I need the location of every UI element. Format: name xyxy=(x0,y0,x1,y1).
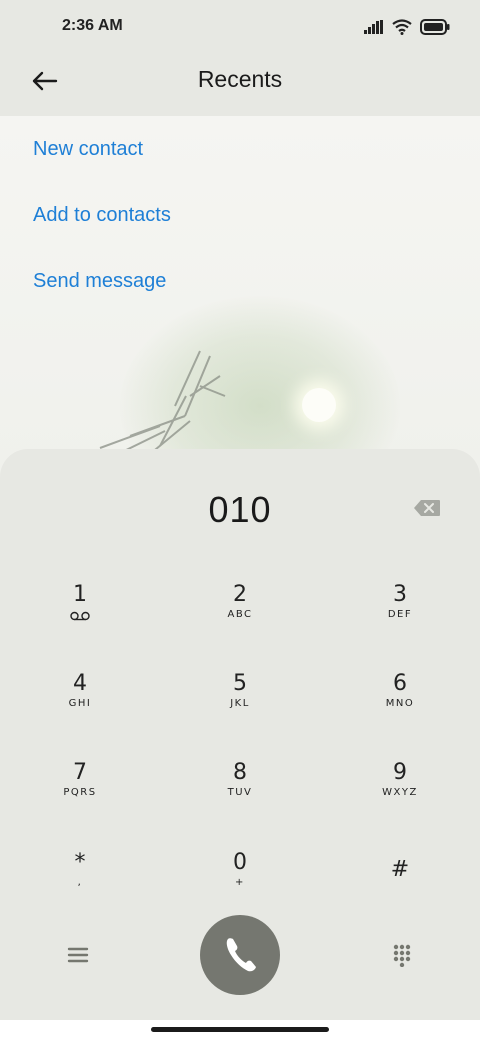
recent-actions: New contact Add to contacts Send message xyxy=(33,138,171,336)
navigation-bar xyxy=(0,1020,480,1040)
battery-icon xyxy=(420,19,450,35)
status-time: 2:36 AM xyxy=(62,17,123,34)
dialpad-grid-icon[interactable] xyxy=(390,943,414,967)
home-indicator[interactable] xyxy=(151,1027,329,1032)
key-7[interactable]: 7 PQRS xyxy=(20,760,140,830)
backspace-icon[interactable] xyxy=(413,499,441,517)
page-title: Recents xyxy=(197,66,283,92)
key-1[interactable]: 1 xyxy=(20,582,140,652)
dial-pad-panel: 010 1 2 ABC 3 DEF 4 GHI 5 JKL 6 MNO 7 PQ… xyxy=(0,449,480,1020)
key-5[interactable]: 5 JKL xyxy=(180,671,300,741)
call-button[interactable] xyxy=(200,915,280,995)
key-hash[interactable]: # xyxy=(340,857,460,927)
header: 2:36 AM Recents xyxy=(0,0,480,116)
signal-icon xyxy=(364,20,383,34)
key-9[interactable]: 9 WXYZ xyxy=(340,760,460,830)
key-8[interactable]: 8 TUV xyxy=(180,760,300,830)
wifi-icon xyxy=(392,19,412,35)
key-6[interactable]: 6 MNO xyxy=(340,671,460,741)
send-message-link[interactable]: Send message xyxy=(33,270,171,292)
moon-art xyxy=(302,388,336,422)
status-bar: 2:36 AM xyxy=(0,0,480,56)
add-to-contacts-link[interactable]: Add to contacts xyxy=(33,204,171,226)
dialed-number: 010 xyxy=(208,489,272,530)
key-2[interactable]: 2 ABC xyxy=(180,582,300,652)
phone-icon xyxy=(226,938,256,972)
new-contact-link[interactable]: New contact xyxy=(33,138,171,160)
key-4[interactable]: 4 GHI xyxy=(20,671,140,741)
key-star[interactable]: * , xyxy=(20,850,140,920)
menu-icon[interactable] xyxy=(64,944,92,966)
voicemail-icon xyxy=(70,611,90,621)
dialer-screen: 2:36 AM Recents New contact Add to conta… xyxy=(0,0,480,1040)
key-0[interactable]: 0 + xyxy=(180,850,300,920)
key-3[interactable]: 3 DEF xyxy=(340,582,460,652)
